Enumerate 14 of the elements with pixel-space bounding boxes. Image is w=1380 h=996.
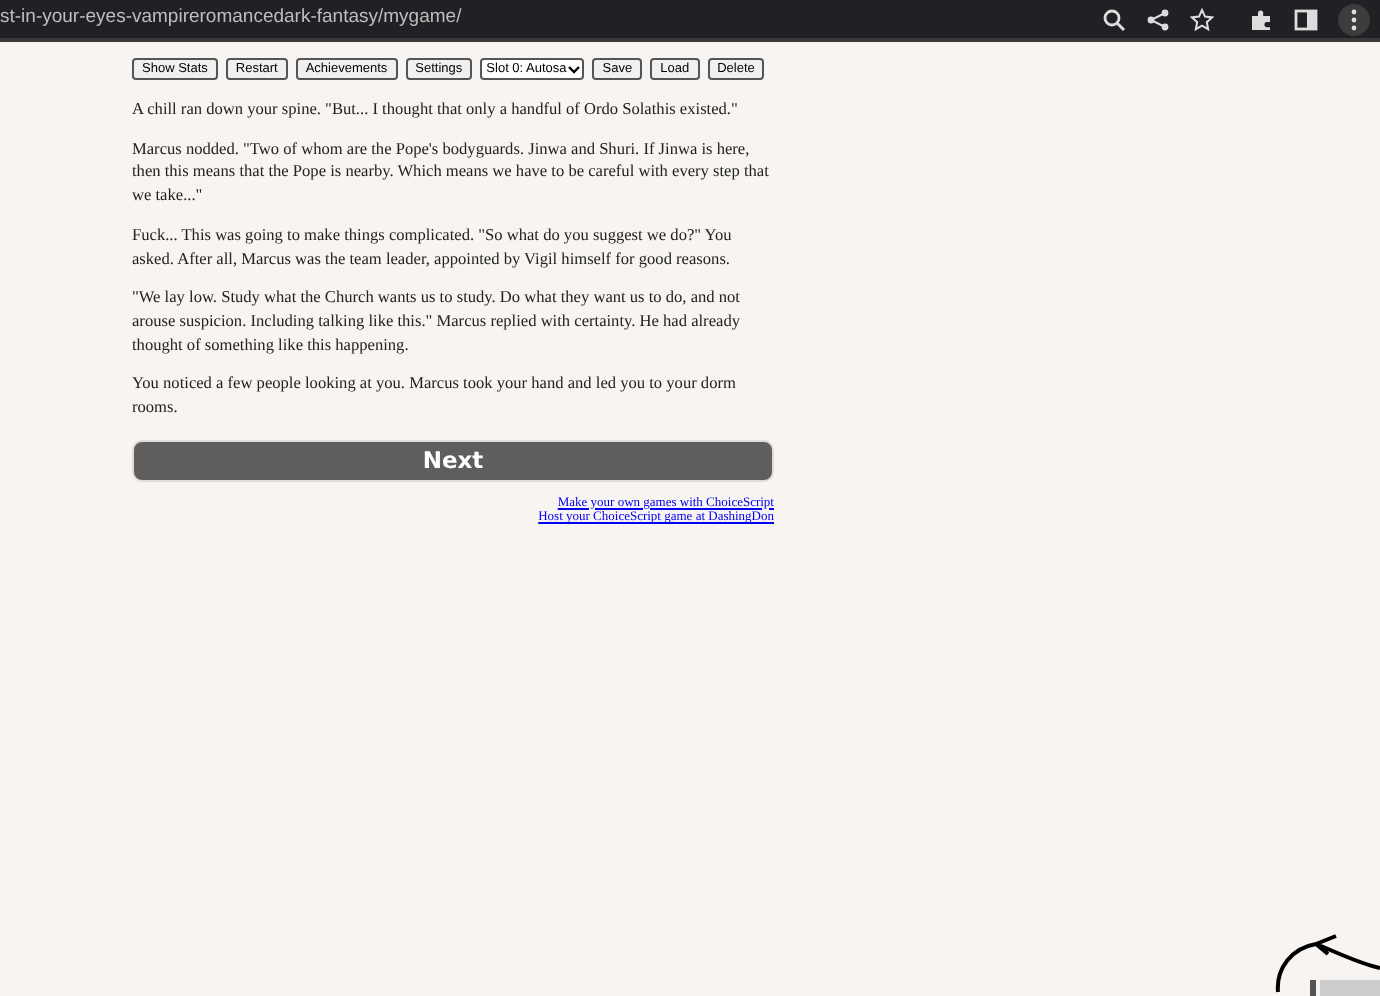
next-button[interactable]: Next	[132, 439, 774, 482]
story-paragraph: You noticed a few people looking at you. Marcus took your hand and led you to your dorm rooms.	[132, 372, 738, 420]
story-paragraph: Fuck... This was going to make things complicated. "So what do you suggest we do?" You asked. After all, Marcus was the team leader, appointed by Vigil himself for good reasons.	[132, 223, 734, 271]
share-icon[interactable]	[1146, 8, 1170, 32]
menu-icon[interactable]	[1338, 4, 1370, 36]
story-paragraph: Marcus nodded. "Two of whom are the Pope's bodyguards. Jinwa and Shuri. If Jinwa is here, then this means that the Pope is nearby. Which means we have to be careful with every step that we take..."	[132, 137, 771, 208]
puzzle-icon[interactable]	[1250, 8, 1274, 32]
star-icon[interactable]	[1190, 8, 1214, 32]
caret-icon	[568, 65, 581, 73]
story-paragraph: "We lay low. Study what the Church wants us to study. Do what they want us to do, and not arouse suspicion. Including talking like this." Marcus replied with certainty. He had already thought of something like this happening.	[132, 286, 742, 357]
url-text[interactable]: st-in-your-eyes-vampireromancedark-fantasy/mygame/	[0, 6, 462, 28]
sidebar-icon[interactable]	[1294, 8, 1318, 32]
story-paragraph: A chill ran down your spine. "But... I thought that only a handful of Ordo Solathis existed."	[132, 98, 740, 122]
zoom-icon[interactable]	[1102, 8, 1126, 32]
